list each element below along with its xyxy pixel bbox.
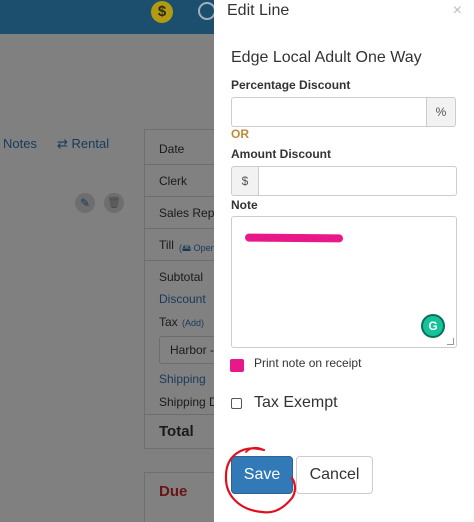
dollar-coin-icon[interactable]: $	[151, 1, 173, 23]
summary-till-label: Till	[159, 238, 174, 252]
close-icon[interactable]: ×	[453, 2, 462, 20]
pencil-icon[interactable]: ✎	[75, 193, 95, 213]
divider	[145, 260, 215, 261]
divider	[145, 228, 215, 229]
tax-add-link[interactable]: (Add)	[182, 318, 204, 328]
amount-discount-label: Amount Discount	[231, 147, 331, 161]
notes-link[interactable]: Notes	[3, 136, 37, 151]
divider	[145, 196, 215, 197]
divider	[145, 414, 215, 415]
percentage-discount-input[interactable]	[231, 97, 427, 127]
amount-discount-input[interactable]	[258, 166, 457, 196]
note-label: Note	[231, 198, 258, 212]
grammarly-icon[interactable]: G	[423, 316, 443, 336]
edit-line-modal: Edit Line × Edge Local Adult One Way Per…	[214, 0, 474, 522]
cancel-button[interactable]: Cancel	[296, 456, 373, 494]
divider	[145, 164, 215, 165]
print-note-checkbox[interactable]	[230, 359, 244, 372]
summary-shipping-d-label: Shipping D	[159, 395, 218, 409]
print-note-label: Print note on receipt	[254, 356, 362, 370]
note-textarea[interactable]: G	[231, 216, 457, 348]
due-label: Due	[159, 483, 188, 500]
dollar-addon: $	[231, 166, 259, 196]
percent-addon: %	[426, 97, 456, 127]
tax-exempt-label: Tax Exempt	[254, 394, 338, 411]
till-open-link[interactable]: (🖴 Open	[179, 241, 216, 257]
modal-title: Edit Line	[227, 2, 290, 19]
redacted-note-text	[244, 233, 344, 243]
line-item-name: Edge Local Adult One Way	[231, 49, 422, 66]
save-button[interactable]: Save	[231, 456, 293, 494]
trash-icon[interactable]: 🗑	[104, 193, 124, 213]
or-separator: OR	[231, 127, 249, 141]
summary-total-label: Total	[159, 423, 194, 440]
summary-shipping-link[interactable]: Shipping	[159, 372, 206, 386]
rental-link[interactable]: ⇄ Rental	[57, 136, 109, 152]
resize-handle[interactable]	[447, 338, 454, 345]
summary-sales-rep-label: Sales Rep	[159, 206, 215, 220]
summary-subtotal-label: Subtotal	[159, 270, 204, 284]
summary-tax-label: Tax	[159, 315, 178, 329]
summary-discount-link[interactable]: Discount	[159, 292, 206, 306]
summary-date-label: Date	[159, 142, 185, 156]
tax-exempt-checkbox[interactable]	[231, 398, 242, 409]
summary-clerk-label: Clerk	[159, 174, 188, 188]
percentage-discount-label: Percentage Discount	[231, 78, 351, 92]
